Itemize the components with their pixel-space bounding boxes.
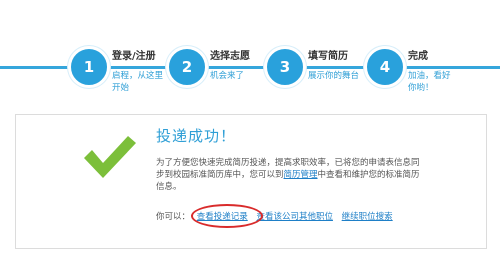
step-2-desc: 机会来了 [210, 71, 245, 81]
step-1-title: 登录/注册 [112, 51, 156, 62]
result-panel: 投递成功！ 为了方便您快速完成简历投递，提高求职效率，已将您的申请表信息同步到校… [15, 114, 487, 249]
step-1-number: 1 [68, 46, 110, 88]
view-record-wrap: 查看投递记录 [190, 204, 263, 228]
actions-row: 你可以： 查看投递记录 查看该公司其他职位 继续职位搜索 [156, 204, 399, 228]
continue-job-search-link[interactable]: 继续职位搜索 [342, 212, 393, 222]
step-4-title: 完成 [408, 51, 428, 62]
step-4-desc: 加油，看好你哟！ [408, 71, 451, 93]
step-2-number: 2 [166, 46, 208, 88]
step-3-title: 填写简历 [308, 51, 348, 62]
check-icon [84, 136, 136, 178]
resume-management-link[interactable]: 简历管理 [284, 170, 318, 180]
actions-label: 你可以： [156, 212, 191, 222]
success-title: 投递成功！ [156, 127, 237, 145]
highlight-circle [190, 204, 263, 228]
step-1-desc: 启程，从这里开始 [112, 71, 164, 93]
result-message: 为了方便您快速完成简历投递，提高求职效率，已将您的申请表信息同步到校园标准简历库… [156, 157, 426, 193]
progress-steps: 1 登录/注册 启程，从这里开始 2 选择志愿 机会来了 3 填写简历 展示你的… [0, 0, 500, 104]
step-4-number: 4 [364, 46, 406, 88]
step-3-number: 3 [264, 46, 306, 88]
step-2-title: 选择志愿 [210, 51, 250, 62]
view-company-jobs-link[interactable]: 查看该公司其他职位 [256, 212, 333, 222]
